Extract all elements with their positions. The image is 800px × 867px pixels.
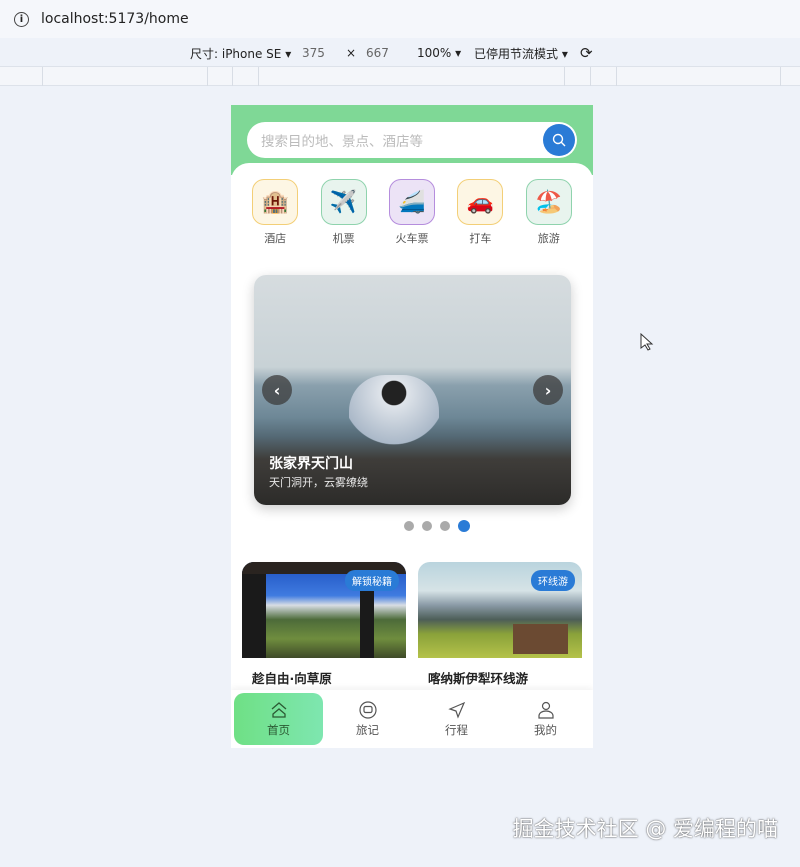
card[interactable]: 解锁秘籍 趁自由·向草原 bbox=[242, 562, 406, 697]
device-select[interactable]: 尺寸: iPhone SE ▾ bbox=[190, 45, 291, 62]
card-list: 解锁秘籍 趁自由·向草原 环线游 喀纳斯伊犁环线游 bbox=[242, 562, 582, 697]
search-button[interactable] bbox=[543, 124, 575, 156]
category-item[interactable]: 🏨 酒店 bbox=[245, 179, 305, 246]
card-image: 环线游 bbox=[418, 562, 582, 658]
card[interactable]: 环线游 喀纳斯伊犁环线游 bbox=[418, 562, 582, 697]
address-bar[interactable]: i localhost:5173/home bbox=[0, 0, 800, 38]
category-label: 火车票 bbox=[395, 232, 429, 245]
url-text[interactable]: localhost:5173/home bbox=[41, 11, 189, 27]
phone-viewport: 搜索目的地、景点、酒店等 🏨 酒店 ✈️ 机票 🚄 火车票 🚗 打车 🏖️ 旅游 ‹ › 张家界天… bbox=[231, 105, 593, 748]
nav-label: 首页 bbox=[267, 722, 290, 737]
category-icon: 🏖️ bbox=[525, 179, 572, 225]
category-item[interactable]: 🚄 火车票 bbox=[382, 179, 442, 246]
nav-home[interactable]: 首页 bbox=[234, 693, 323, 745]
category-label: 机票 bbox=[332, 232, 355, 245]
carousel-dot[interactable] bbox=[458, 520, 470, 532]
search-input[interactable]: 搜索目的地、景点、酒店等 bbox=[261, 130, 423, 150]
category-label: 打车 bbox=[469, 232, 492, 245]
category-icon: 🚄 bbox=[388, 179, 435, 225]
home-icon bbox=[271, 701, 286, 718]
nav-label: 行程 bbox=[445, 722, 468, 737]
category-item[interactable]: 🚗 打车 bbox=[450, 179, 510, 246]
carousel-image bbox=[349, 375, 439, 465]
carousel-indicators bbox=[231, 520, 593, 532]
category-item[interactable]: 🏖️ 旅游 bbox=[519, 179, 579, 246]
width-input[interactable]: 375 bbox=[302, 46, 325, 60]
message-icon bbox=[358, 700, 377, 719]
carousel-dot[interactable] bbox=[404, 521, 414, 531]
card-tag: 解锁秘籍 bbox=[345, 570, 399, 591]
carousel[interactable]: ‹ › 张家界天门山 天门洞开，云雾缭绕 bbox=[254, 275, 571, 505]
category-label: 酒店 bbox=[264, 232, 287, 245]
search-icon bbox=[552, 133, 566, 147]
nav-journal[interactable]: 旅记 bbox=[323, 693, 412, 745]
site-info-icon[interactable]: i bbox=[14, 11, 29, 27]
media-query-ruler bbox=[0, 66, 800, 86]
carousel-dot[interactable] bbox=[440, 521, 450, 531]
category-icon: 🚗 bbox=[457, 179, 504, 225]
carousel-dot[interactable] bbox=[422, 521, 432, 531]
times-sign: × bbox=[346, 46, 357, 60]
nav-label: 我的 bbox=[534, 722, 557, 737]
zoom-select[interactable]: 100% ▾ bbox=[417, 46, 461, 60]
carousel-prev-button[interactable]: ‹ bbox=[262, 375, 292, 405]
rotate-icon[interactable]: ⟳ bbox=[580, 44, 593, 62]
carousel-next-button[interactable]: › bbox=[533, 375, 563, 405]
height-input[interactable]: 667 bbox=[366, 46, 389, 60]
nav-itinerary[interactable]: 行程 bbox=[412, 693, 501, 745]
category-item[interactable]: ✈️ 机票 bbox=[314, 179, 374, 246]
navigation-icon bbox=[447, 701, 465, 719]
nav-label: 旅记 bbox=[356, 722, 379, 737]
card-image: 解锁秘籍 bbox=[242, 562, 406, 658]
search-bar[interactable]: 搜索目的地、景点、酒店等 bbox=[247, 122, 577, 158]
device-toolbar: 尺寸: iPhone SE ▾ 375 × 667 100% ▾ 已停用节流模式… bbox=[0, 40, 800, 66]
user-icon bbox=[537, 701, 554, 719]
watermark: 掘金技术社区 @ 爱编程的喵 bbox=[512, 817, 778, 841]
card-tag: 环线游 bbox=[531, 570, 575, 591]
mouse-cursor-icon bbox=[640, 333, 654, 351]
throttle-select[interactable]: 已停用节流模式 ▾ bbox=[474, 45, 568, 62]
nav-profile[interactable]: 我的 bbox=[501, 693, 590, 745]
carousel-subtitle: 天门洞开，云雾缭绕 bbox=[269, 476, 368, 489]
category-label: 旅游 bbox=[537, 232, 560, 245]
category-icon: ✈️ bbox=[320, 179, 367, 225]
category-list: 🏨 酒店 ✈️ 机票 🚄 火车票 🚗 打车 🏖️ 旅游 bbox=[231, 163, 593, 246]
category-icon: 🏨 bbox=[252, 179, 299, 225]
content: 🏨 酒店 ✈️ 机票 🚄 火车票 🚗 打车 🏖️ 旅游 ‹ › 张家界天门山 天门洞开，云雾缭绕 … bbox=[231, 163, 593, 748]
carousel-title: 张家界天门山 bbox=[269, 456, 353, 472]
bottom-nav: 首页 旅记 行程 我的 bbox=[231, 690, 593, 748]
